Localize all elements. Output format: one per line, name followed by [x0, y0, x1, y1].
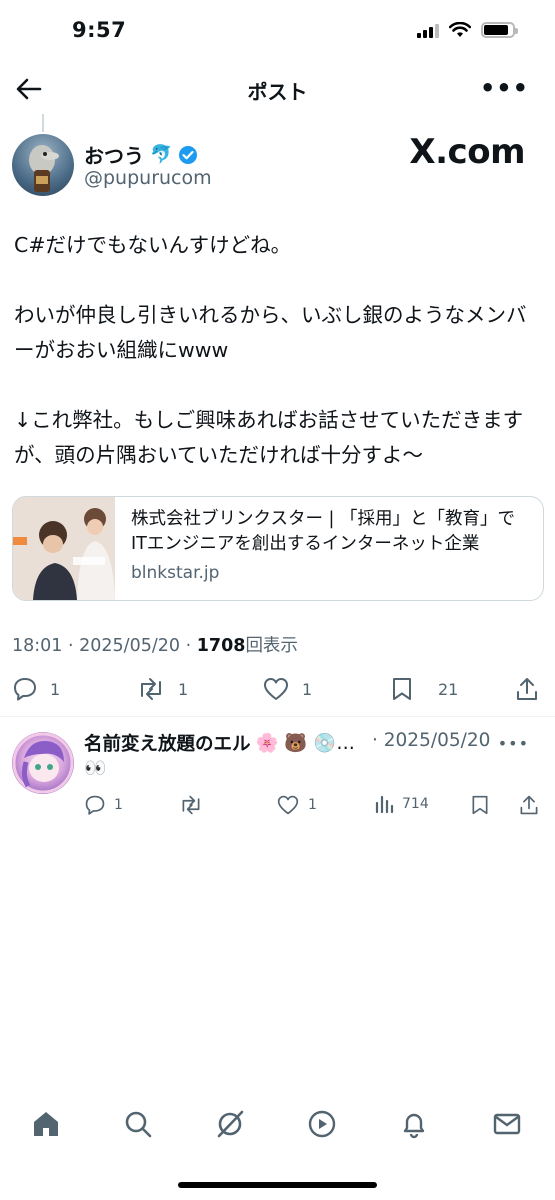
share-button[interactable] [514, 676, 540, 702]
status-time: 9:57 [72, 18, 127, 42]
link-card-domain: blnkstar.jp [131, 563, 220, 583]
reply-like-button[interactable]: 1 [276, 794, 317, 816]
x-com-watermark: X.com [409, 132, 525, 172]
dolphin-photo [29, 145, 59, 192]
watermark-text: X.com [409, 132, 525, 172]
reply-icon [14, 678, 36, 701]
bookmark-icon [393, 678, 411, 700]
nav-notifications[interactable] [396, 1106, 432, 1142]
nav-search[interactable] [120, 1106, 156, 1142]
reply-author-name: 名前変え放題のエル [84, 734, 251, 755]
battery-icon [481, 22, 518, 38]
author-avatar[interactable] [12, 134, 74, 196]
like-button[interactable]: 1 [262, 676, 312, 702]
link-card[interactable]: 株式会社ブリンクスター | 「採用」と「教育」で ITエンジニアを創出するインタ… [12, 496, 544, 601]
nav-grok[interactable] [212, 1106, 248, 1142]
home-icon [34, 1112, 58, 1136]
reply-date: · 2025/05/20 [372, 730, 491, 751]
share-icon [520, 795, 538, 815]
reply-view-count: 714 [402, 796, 429, 812]
repost-count: 1 [178, 679, 189, 699]
bookmark-count: 21 [438, 679, 459, 699]
reply-count: 1 [50, 679, 61, 699]
reply-reply-button[interactable]: 1 [84, 794, 123, 816]
nav-messages[interactable] [489, 1106, 525, 1142]
meta-sep: · [62, 636, 80, 656]
author-name: おつう [84, 144, 144, 168]
thread-line [42, 114, 44, 132]
share-icon [517, 678, 537, 700]
heart-icon [277, 795, 299, 815]
nav-video[interactable] [304, 1106, 340, 1142]
nav-home[interactable] [28, 1106, 64, 1142]
verified-badge-icon [179, 145, 198, 164]
more-options-button[interactable]: ••• [480, 76, 529, 100]
tweet-date: 2025/05/20 [79, 636, 181, 656]
reply-author-name-row[interactable]: 名前変え放題のエル 🌸 🐻 💿… [84, 730, 355, 756]
tweet-text: C#だけでもないんすけどね。 わいが仲良し引きいれるから、いぶし銀のようなメンバ… [14, 233, 527, 467]
reply-share-button[interactable] [518, 794, 540, 816]
author-name-row[interactable]: おつう 🐬 [84, 140, 198, 169]
bookmark-icon [472, 795, 488, 815]
link-card-title-line1: 株式会社ブリンクスター | 「採用」と「教育」で [131, 509, 515, 529]
status-icons [417, 22, 518, 38]
video-icon [308, 1110, 336, 1138]
view-count: 1708 [196, 636, 246, 656]
bookmark-button[interactable]: 21 [390, 676, 458, 702]
author-handle[interactable]: @pupurucom [84, 167, 212, 189]
tweet-meta: 18:01 · 2025/05/20 · 1708回表示 [12, 632, 298, 657]
divider [0, 716, 555, 717]
cellular-signal-icon [417, 22, 439, 38]
search-icon [125, 1111, 152, 1138]
reply-like-count: 1 [308, 797, 317, 813]
repost-icon [182, 795, 200, 815]
wifi-icon [449, 22, 471, 37]
repost-icon [141, 678, 161, 700]
tweet-time: 18:01 [12, 636, 63, 656]
reply-author-avatar[interactable] [12, 732, 74, 794]
reply-reply-count: 1 [114, 797, 123, 813]
reply-repost-button[interactable] [178, 794, 204, 816]
anime-avatar-image [12, 732, 74, 794]
heart-icon [264, 678, 288, 700]
link-card-title-line2: ITエンジニアを創出するインターネット企業 [131, 534, 480, 554]
reply-text: 👀 [84, 758, 107, 779]
view-label: 回表示 [245, 636, 298, 656]
meta-sep: · [180, 636, 197, 656]
grok-icon [217, 1110, 244, 1138]
reply-views-button[interactable]: 714 [374, 794, 429, 814]
link-card-thumbnail [13, 497, 115, 600]
messages-icon [493, 1113, 521, 1135]
analytics-icon [375, 795, 394, 814]
repost-button[interactable]: 1 [136, 676, 188, 702]
reply-icon [85, 795, 105, 815]
reply-author-emojis: 🌸 🐻 💿… [255, 733, 355, 754]
page-title: ポスト [247, 80, 308, 104]
home-indicator[interactable] [178, 1182, 377, 1188]
reply-bookmark-button[interactable] [470, 794, 490, 816]
reply-button[interactable]: 1 [12, 676, 60, 702]
like-count: 1 [302, 679, 313, 699]
reply-more-options-button[interactable]: ••• [498, 734, 529, 753]
dolphin-emoji-icon: 🐬 [150, 144, 173, 165]
notifications-icon [403, 1113, 425, 1139]
